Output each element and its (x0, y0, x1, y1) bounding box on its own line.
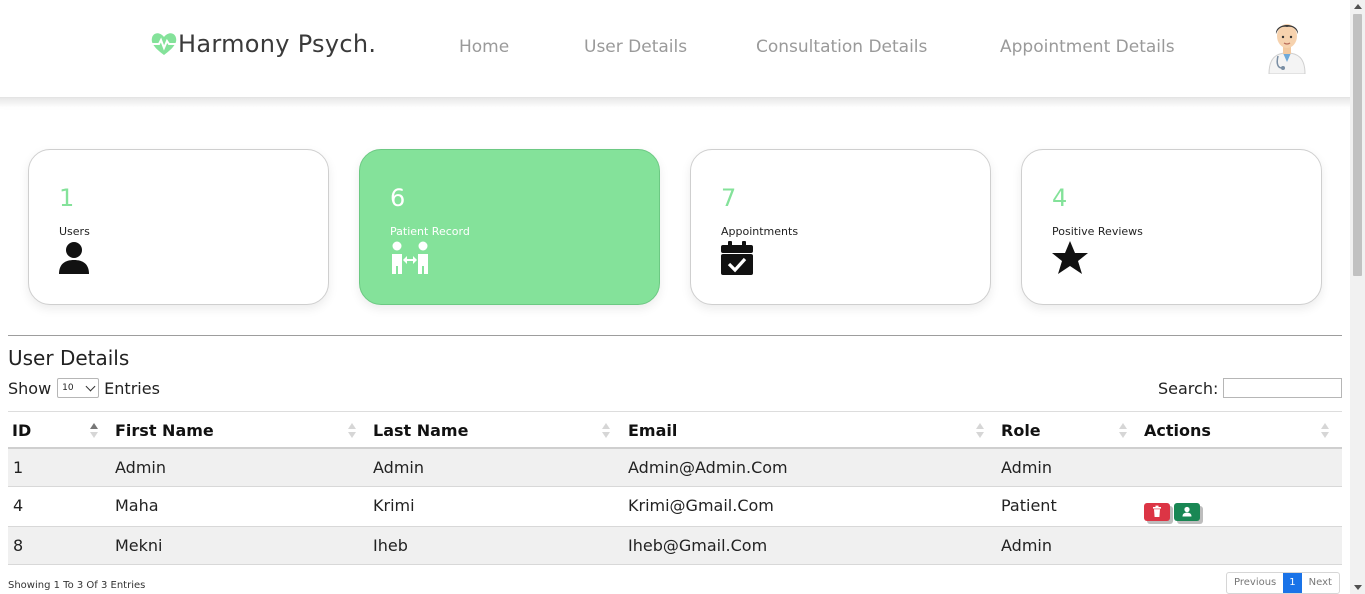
cell-email: Iheb@Gmail.Com (628, 536, 768, 555)
cell-last-name: Iheb (373, 536, 408, 555)
table-search: Search: (1158, 378, 1343, 398)
star-icon (1052, 241, 1088, 274)
header-shadow-band (0, 98, 1350, 108)
nav-home[interactable]: Home (459, 37, 509, 57)
user-icon (59, 242, 89, 274)
cell-role: Patient (1001, 496, 1057, 515)
cell-id: 4 (13, 496, 24, 515)
stat-card-patient-record[interactable]: 6 Patient Record (359, 149, 660, 305)
page: Harmony Psych. Home User Details Consult… (0, 0, 1365, 594)
pagination: Previous 1 Next (1226, 572, 1340, 594)
sort-icon[interactable] (602, 423, 610, 439)
stat-value: 1 (59, 184, 75, 212)
nav-appointment-details[interactable]: Appointment Details (1000, 37, 1175, 57)
stat-value: 4 (1052, 184, 1068, 212)
stat-label: Patient Record (390, 225, 470, 238)
scroll-down-arrow-icon[interactable] (1354, 585, 1362, 590)
page-button-current[interactable]: 1 (1283, 573, 1302, 593)
table-info: Showing 1 To 3 Of 3 Entries (8, 580, 146, 591)
sort-icon[interactable] (976, 423, 984, 439)
page-size-value: 10 (62, 383, 74, 393)
brand-name: Harmony Psych. (178, 30, 377, 58)
chevron-down-icon (85, 381, 96, 391)
next-page-button[interactable]: Next (1302, 573, 1339, 593)
stat-card-users[interactable]: 1 Users (28, 149, 329, 305)
doctor-avatar[interactable] (1264, 16, 1310, 74)
top-navbar: Harmony Psych. Home User Details Consult… (0, 0, 1350, 98)
cell-last-name: Krimi (373, 496, 415, 515)
users-table: ID First Name Last Name Email Role Actio… (8, 411, 1342, 565)
cell-email: Admin@Admin.Com (628, 458, 788, 477)
scroll-thumb[interactable] (1353, 14, 1362, 276)
sort-icon[interactable] (348, 423, 356, 439)
nav-user-details[interactable]: User Details (584, 37, 687, 57)
cell-role: Admin (1001, 458, 1052, 477)
stat-value: 7 (721, 184, 737, 212)
page-size-control: Show 10 Entries (8, 378, 160, 398)
sort-icon[interactable] (1321, 423, 1329, 439)
header-email[interactable]: Email (628, 421, 677, 440)
sort-icon[interactable] (90, 423, 98, 439)
stat-card-positive-reviews[interactable]: 4 Positive Reviews (1021, 149, 1322, 305)
scroll-up-arrow-icon[interactable] (1354, 4, 1362, 9)
cell-last-name: Admin (373, 458, 424, 477)
stat-label: Positive Reviews (1052, 225, 1143, 238)
cell-id: 1 (13, 458, 24, 477)
table-row: 1 Admin Admin Admin@Admin.Com Admin (8, 449, 1342, 487)
cell-first-name: Maha (115, 496, 159, 515)
header-id[interactable]: ID (12, 421, 31, 440)
cell-first-name: Mekni (115, 536, 163, 555)
show-label: Show (8, 378, 52, 398)
page-size-select[interactable]: 10 (57, 378, 100, 398)
table-header: ID First Name Last Name Email Role Actio… (8, 412, 1342, 449)
header-first-name[interactable]: First Name (115, 421, 214, 440)
cell-id: 8 (13, 536, 24, 555)
cell-role: Admin (1001, 536, 1052, 555)
stat-label: Users (59, 225, 90, 238)
search-label: Search: (1158, 378, 1219, 398)
search-input[interactable] (1223, 378, 1343, 398)
header-actions[interactable]: Actions (1144, 421, 1211, 440)
section-title: User Details (8, 346, 130, 370)
user-icon (1182, 506, 1192, 517)
delete-user-button[interactable] (1144, 503, 1170, 521)
table-row: 4 Maha Krimi Krimi@Gmail.Com Patient (8, 487, 1342, 527)
header-role[interactable]: Role (1001, 421, 1041, 440)
view-user-button[interactable] (1174, 503, 1200, 521)
previous-page-button[interactable]: Previous (1227, 573, 1283, 593)
page-scrollbar[interactable] (1350, 0, 1365, 594)
nav-consultation-details[interactable]: Consultation Details (756, 37, 927, 57)
trash-icon (1153, 505, 1161, 517)
table-row: 8 Mekni Iheb Iheb@Gmail.Com Admin (8, 527, 1342, 565)
brand-logo[interactable]: Harmony Psych. (150, 30, 376, 58)
heart-pulse-icon (151, 33, 177, 55)
sort-icon[interactable] (1119, 423, 1127, 439)
cell-first-name: Admin (115, 458, 166, 477)
entries-label: Entries (104, 378, 160, 398)
people-arrows-icon (392, 241, 428, 274)
cell-email: Krimi@Gmail.Com (628, 496, 774, 515)
calendar-check-icon (721, 241, 753, 275)
header-last-name[interactable]: Last Name (373, 421, 468, 440)
stat-card-appointments[interactable]: 7 Appointments (690, 149, 991, 305)
stat-label: Appointments (721, 225, 799, 238)
section-divider (8, 335, 1342, 336)
stat-value: 6 (390, 184, 406, 212)
